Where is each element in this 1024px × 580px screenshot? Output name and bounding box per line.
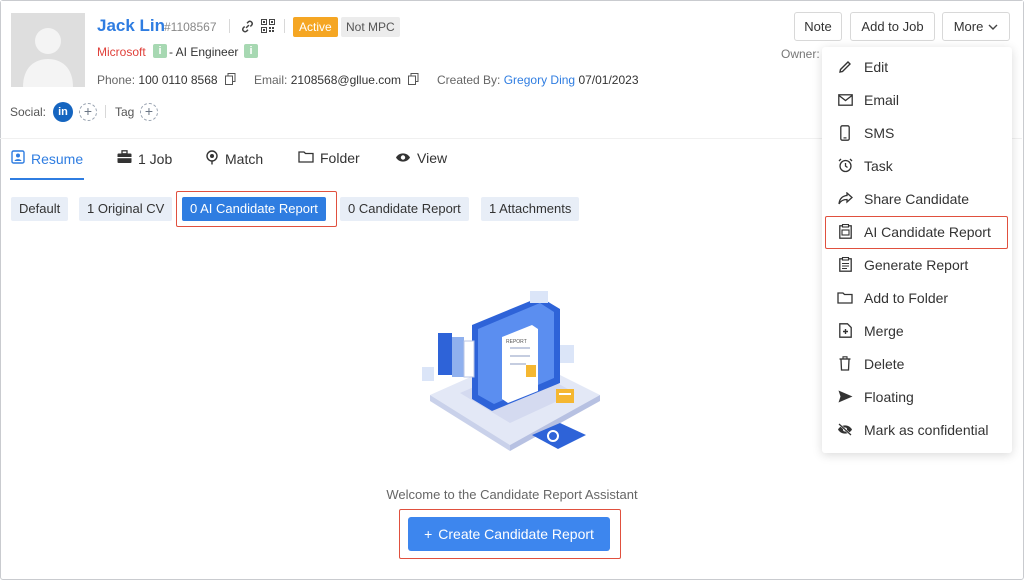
- phone-icon: [836, 124, 854, 142]
- social-label: Social:: [10, 105, 47, 119]
- tag-label: Tag: [115, 105, 135, 119]
- highlight-box: [176, 191, 337, 227]
- menu-item-merge[interactable]: Merge: [822, 314, 1012, 347]
- divider: [284, 19, 285, 33]
- created-by-link[interactable]: Gregory Ding: [504, 73, 575, 87]
- mpc-badge: Not MPC: [341, 17, 400, 37]
- chip-candidate-report[interactable]: 0 Candidate Report: [340, 197, 469, 221]
- trash-icon: [836, 355, 854, 373]
- tab-match[interactable]: Match: [205, 150, 263, 168]
- phone-field: Phone: 100 0110 8568: [97, 73, 236, 88]
- qr-code-icon[interactable]: [259, 17, 277, 35]
- chip-attachments[interactable]: 1 Attachments: [481, 197, 580, 221]
- avatar: [11, 13, 85, 87]
- add-tag-icon[interactable]: +: [140, 103, 158, 121]
- tab-folder[interactable]: Folder: [298, 150, 360, 166]
- more-dropdown-menu: Edit Email SMS Task Share Candidate AI C…: [822, 47, 1012, 453]
- email-value: 2108568@gllue.com: [290, 73, 401, 87]
- menu-item-label: Share Candidate: [864, 190, 970, 207]
- more-label: More: [953, 19, 984, 34]
- info-icon: i: [244, 44, 258, 58]
- status-badge: Active: [293, 17, 338, 37]
- add-social-icon[interactable]: +: [79, 103, 97, 121]
- tab-label: Match: [225, 151, 264, 167]
- illustration-label: REPORT: [506, 339, 527, 345]
- menu-item-task[interactable]: Task: [822, 149, 1012, 182]
- phone-label: Phone:: [97, 73, 136, 87]
- tab-label: 1 Job: [138, 150, 173, 167]
- send-icon: [836, 388, 854, 406]
- menu-item-label: Mark as confidential: [864, 421, 989, 438]
- add-to-job-button[interactable]: Add to Job: [850, 12, 935, 41]
- divider: [229, 19, 230, 33]
- menu-item-email[interactable]: Email: [822, 83, 1012, 116]
- briefcase-icon: [117, 150, 132, 167]
- menu-item-label: Email: [864, 91, 900, 108]
- email-field: Email: 2108568@gllue.com: [254, 73, 419, 88]
- menu-item-delete[interactable]: Delete: [822, 347, 1012, 380]
- chevron-down-icon: [988, 19, 998, 34]
- menu-item-label: Generate Report: [864, 256, 969, 273]
- copy-icon[interactable]: [408, 73, 419, 88]
- created-label: Created By:: [437, 73, 501, 87]
- clipboard-icon: [836, 256, 854, 274]
- menu-item-label: SMS: [864, 124, 895, 141]
- menu-item-label: Task: [864, 157, 893, 174]
- menu-item-label: Floating: [864, 388, 914, 405]
- highlight-box: [399, 509, 621, 559]
- menu-item-label: Add to Folder: [864, 289, 949, 306]
- copy-icon[interactable]: [224, 73, 236, 88]
- pencil-icon: [836, 58, 854, 76]
- menu-item-sms[interactable]: SMS: [822, 116, 1012, 149]
- menu-item-edit[interactable]: Edit: [822, 50, 1012, 83]
- tab-label: Folder: [320, 150, 360, 166]
- note-button[interactable]: Note: [794, 12, 842, 41]
- envelope-icon: [836, 91, 854, 109]
- tab-label: Resume: [31, 150, 84, 167]
- chip-original-cv[interactable]: 1 Original CV: [79, 197, 173, 221]
- welcome-text: Welcome to the Candidate Report Assistan…: [386, 487, 638, 502]
- tab-view[interactable]: View: [395, 150, 447, 166]
- owner-label: Owner:: [781, 47, 820, 61]
- more-button[interactable]: More: [942, 12, 1010, 41]
- menu-item-add-to-folder[interactable]: Add to Folder: [822, 281, 1012, 314]
- menu-item-generate-report[interactable]: Generate Report: [822, 248, 1012, 281]
- menu-item-share-candidate[interactable]: Share Candidate: [822, 182, 1012, 215]
- tab-job[interactable]: 1 Job: [117, 150, 172, 167]
- tab-resume[interactable]: Resume: [11, 150, 83, 167]
- email-label: Email:: [254, 73, 288, 87]
- candidate-id: #1108567: [164, 20, 217, 34]
- linkedin-icon[interactable]: in: [53, 102, 73, 122]
- menu-item-label: Merge: [864, 322, 904, 339]
- company-link[interactable]: Microsoft: [97, 45, 146, 59]
- alarm-clock-icon: [836, 157, 854, 175]
- job-title: - AI Engineer: [169, 45, 239, 59]
- resume-icon: [11, 150, 25, 167]
- tab-label: View: [417, 150, 448, 166]
- info-icon: i: [153, 44, 167, 58]
- divider: [105, 105, 106, 118]
- share-icon: [836, 190, 854, 208]
- eye-icon: [395, 150, 411, 166]
- created-date: 07/01/2023: [578, 73, 639, 87]
- folder-icon: [298, 150, 314, 166]
- folder-icon: [836, 289, 854, 307]
- menu-item-floating[interactable]: Floating: [822, 380, 1012, 413]
- chip-default[interactable]: Default: [11, 197, 69, 221]
- menu-item-mark-as-confidential[interactable]: Mark as confidential: [822, 413, 1012, 446]
- eye-off-icon: [836, 421, 854, 439]
- candidate-name[interactable]: Jack Lin: [97, 16, 165, 36]
- merge-file-icon: [836, 322, 854, 340]
- match-icon: [205, 150, 219, 168]
- report-illustration: REPORT: [410, 285, 610, 465]
- menu-item-label: Edit: [864, 58, 889, 75]
- link-icon[interactable]: [238, 17, 256, 35]
- created-by-field: Created By: Gregory Ding 07/01/2023: [437, 73, 639, 87]
- highlight-box: [825, 216, 1008, 249]
- phone-value: 100 0110 8568: [138, 73, 218, 87]
- active-tab-indicator: [10, 178, 84, 180]
- menu-item-label: Delete: [864, 355, 905, 372]
